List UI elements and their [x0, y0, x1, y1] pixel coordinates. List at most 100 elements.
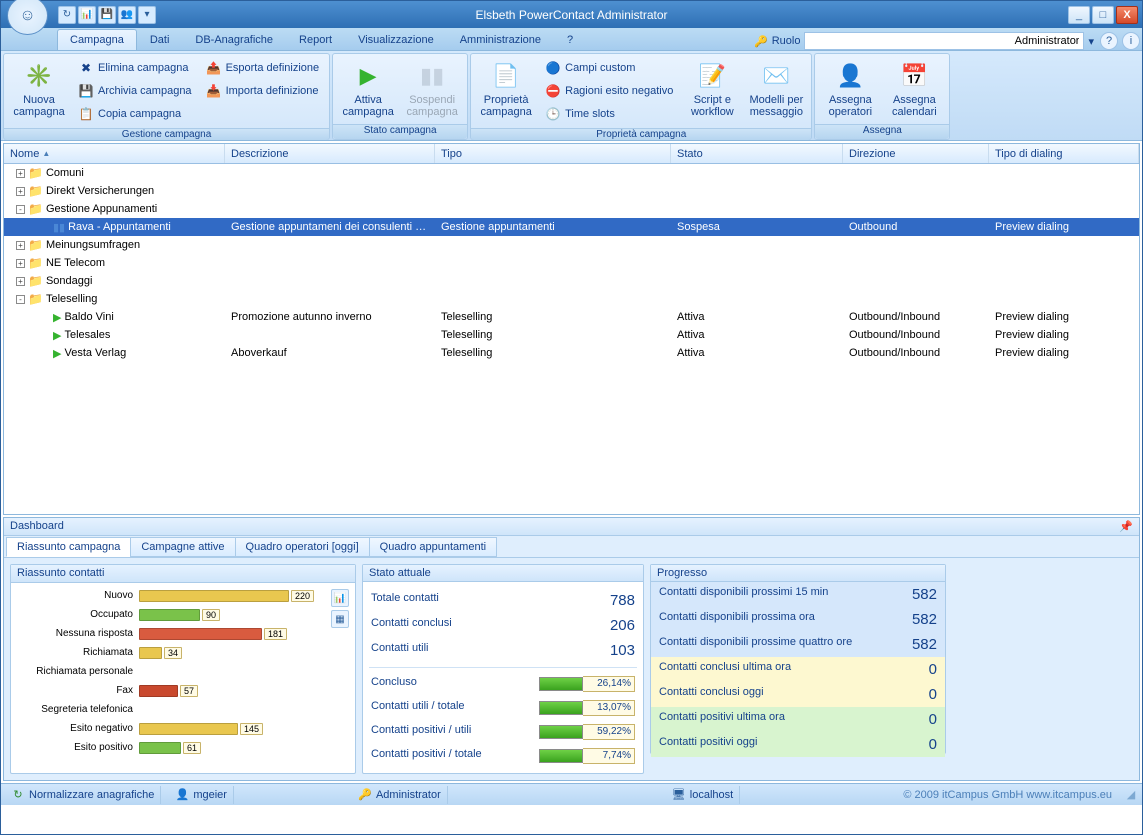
attiva-campagna-button[interactable]: ▶ Attiva campagna	[338, 57, 398, 121]
expand-icon[interactable]: +	[16, 169, 25, 178]
modelli-messaggio-button[interactable]: ✉️ Modelli per messaggio	[746, 57, 806, 121]
ribbon-item[interactable]: 📤Esporta definizione	[201, 57, 325, 79]
play-icon: ▶	[53, 311, 61, 324]
qat-button-2[interactable]: 💾	[98, 6, 116, 24]
maximize-button[interactable]: □	[1092, 6, 1114, 24]
tree-folder[interactable]: +📁Sondaggi	[4, 272, 1139, 290]
script-icon: 📝	[696, 60, 728, 92]
menu-tab-report[interactable]: Report	[286, 29, 345, 50]
progresso-list: Contatti disponibili prossimi 15 min582C…	[651, 582, 945, 757]
chart-bar	[139, 685, 178, 697]
menu-tab-visualizzazione[interactable]: Visualizzazione	[345, 29, 447, 50]
chart-value: 145	[240, 723, 263, 735]
pin-icon[interactable]: 📌	[1119, 520, 1133, 533]
help-icon[interactable]: ?	[1100, 32, 1118, 50]
menu-tab-amministrazione[interactable]: Amministrazione	[447, 29, 554, 50]
tree-campaign[interactable]: ▶Vesta VerlagAboverkaufTelesellingAttiva…	[4, 344, 1139, 362]
close-button[interactable]: X	[1116, 6, 1138, 24]
qat-button-0[interactable]: ↻	[58, 6, 76, 24]
ribbon-item[interactable]: 🕒Time slots	[540, 103, 678, 125]
chart-table-icon[interactable]: ▦	[331, 610, 349, 628]
dash-tab[interactable]: Quadro appuntamenti	[369, 537, 497, 557]
proprieta-label: Proprietà campagna	[479, 94, 533, 118]
status-normalize[interactable]: ↻ Normalizzare anagrafiche	[5, 786, 161, 804]
assegna-op-label: Assegna operatori	[823, 94, 877, 118]
tree-folder[interactable]: -📁Gestione Appunamenti	[4, 200, 1139, 218]
qat-button-3[interactable]: 👥	[118, 6, 136, 24]
stato-pct-row: Concluso26,14%	[369, 672, 637, 696]
chart-value: 90	[202, 609, 220, 621]
assegna-operatori-button[interactable]: 👤 Assegna operatori	[820, 57, 880, 121]
script-workflow-button[interactable]: 📝 Script e workflow	[682, 57, 742, 121]
tree-campaign[interactable]: ▮▮Rava - AppuntamentiGestione appuntamen…	[4, 218, 1139, 236]
dashboard-body: Riassunto contatti NuovoOccupatoNessuna …	[4, 558, 1139, 780]
dash-tab[interactable]: Riassunto campagna	[6, 537, 131, 557]
chart-category-label: Segreteria telefonica	[41, 703, 133, 717]
menu-tab-[interactable]: ?	[554, 29, 586, 50]
dash-tab[interactable]: Campagne attive	[130, 537, 235, 557]
campaign-grid: Nome▲DescrizioneTipoStatoDirezioneTipo d…	[3, 143, 1140, 515]
role-input[interactable]	[804, 32, 1084, 50]
tree-folder[interactable]: +📁Meinungsumfragen	[4, 236, 1139, 254]
tree-folder[interactable]: +📁NE Telecom	[4, 254, 1139, 272]
col-header[interactable]: Tipo di dialing	[989, 144, 1139, 163]
nuova-campagna-button[interactable]: ✳️ Nuova campagna	[9, 57, 69, 121]
dash-tab[interactable]: Quadro operatori [oggi]	[235, 537, 370, 557]
info-icon[interactable]: i	[1122, 32, 1140, 50]
ribbon-item[interactable]: 🔵Campi custom	[540, 57, 678, 79]
import-icon: 📥	[206, 83, 222, 99]
dashboard-tabs: Riassunto campagnaCampagne attiveQuadro …	[4, 536, 1139, 558]
proprieta-campagna-button[interactable]: 📄 Proprietà campagna	[476, 57, 536, 121]
expand-icon[interactable]: -	[16, 295, 25, 304]
role-dropdown-icon[interactable]: ▾	[1088, 35, 1094, 48]
expand-icon[interactable]: -	[16, 205, 25, 214]
col-header[interactable]: Tipo	[435, 144, 671, 163]
tree-campaign[interactable]: ▶Baldo ViniPromozione autunno invernoTel…	[4, 308, 1139, 326]
progresso-row: Contatti disponibili prossimi 15 min582	[651, 582, 945, 607]
stato-pct-row: Contatti positivi / utili59,22%	[369, 720, 637, 744]
ribbon-group-proprieta: 📄 Proprietà campagna 🔵Campi custom⛔Ragio…	[470, 53, 812, 140]
menu-tab-dati[interactable]: Dati	[137, 29, 183, 50]
menu-tab-dbanagrafiche[interactable]: DB-Anagrafiche	[182, 29, 286, 50]
ribbon-group-label: Proprietà campagna	[471, 128, 811, 140]
panel-title: Riassunto contatti	[11, 565, 355, 583]
chart-bar-row: 57	[139, 684, 325, 698]
col-header[interactable]: Stato	[671, 144, 843, 163]
assegna-calendari-button[interactable]: 📅 Assegna calendari	[884, 57, 944, 121]
calendar-icon: 📅	[898, 60, 930, 92]
qat-button-1[interactable]: 📊	[78, 6, 96, 24]
ribbon-item[interactable]: 📋Copia campagna	[73, 103, 197, 125]
ribbon-item[interactable]: 📥Importa definizione	[201, 80, 325, 102]
tree-folder[interactable]: +📁Direkt Versicherungen	[4, 182, 1139, 200]
col-header[interactable]: Nome▲	[4, 144, 225, 163]
stato-row: Contatti conclusi206	[369, 613, 637, 638]
ribbon-group-label: Assegna	[815, 124, 949, 139]
expand-icon[interactable]: +	[16, 241, 25, 250]
stato-row: Contatti utili103	[369, 638, 637, 663]
resize-grip-icon[interactable]: ◢	[1124, 788, 1138, 802]
stato-pct-row: Contatti positivi / totale7,74%	[369, 744, 637, 768]
tree-folder[interactable]: -📁Teleselling	[4, 290, 1139, 308]
progress-value: 59,22%	[583, 724, 635, 740]
col-header[interactable]: Descrizione	[225, 144, 435, 163]
contact-summary-chart: NuovoOccupatoNessuna rispostaRichiamataR…	[11, 583, 355, 773]
tree-folder[interactable]: +📁Comuni	[4, 164, 1139, 182]
chart-view-icon[interactable]: 📊	[331, 589, 349, 607]
tree-campaign[interactable]: ▶TelesalesTelesellingAttivaOutbound/Inbo…	[4, 326, 1139, 344]
ribbon-item[interactable]: ⛔Ragioni esito negativo	[540, 80, 678, 102]
ribbon-item[interactable]: ✖Elimina campagna	[73, 57, 197, 79]
chart-bar-row: 181	[139, 627, 325, 641]
minimize-button[interactable]: _	[1068, 6, 1090, 24]
qat-button-4[interactable]: ▾	[138, 6, 156, 24]
expand-icon[interactable]: +	[16, 277, 25, 286]
panel-riassunto-contatti: Riassunto contatti NuovoOccupatoNessuna …	[10, 564, 356, 774]
status-host-label: localhost	[690, 789, 733, 801]
expand-icon[interactable]: +	[16, 259, 25, 268]
app-title: Elsbeth PowerContact Administrator	[0, 8, 1143, 22]
expand-icon[interactable]: +	[16, 187, 25, 196]
neg-icon: ⛔	[545, 83, 561, 99]
ribbon-item[interactable]: 💾Archivia campagna	[73, 80, 197, 102]
grid-body[interactable]: +📁Comuni+📁Direkt Versicherungen-📁Gestion…	[4, 164, 1139, 514]
menu-tab-campagna[interactable]: Campagna	[57, 29, 137, 50]
col-header[interactable]: Direzione	[843, 144, 989, 163]
